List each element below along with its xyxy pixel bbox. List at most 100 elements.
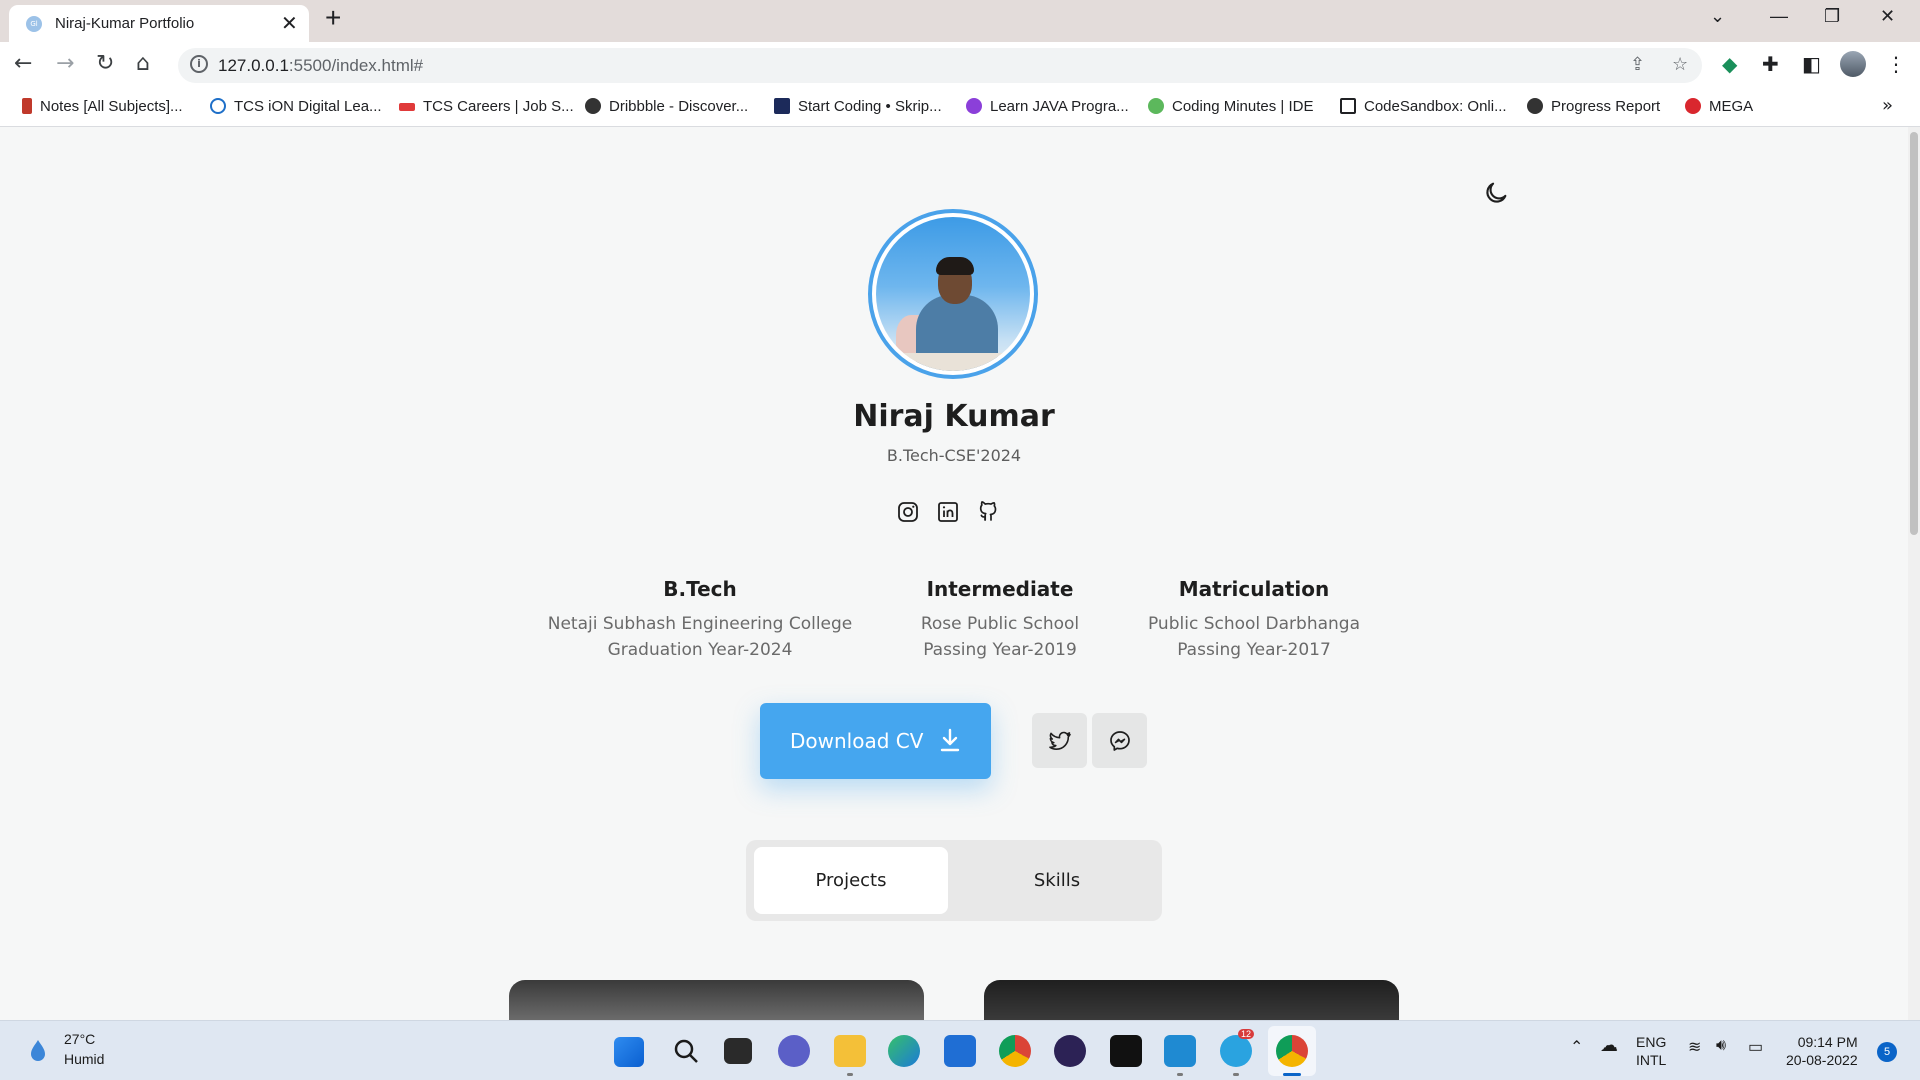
bookmark-item[interactable]: Progress Report bbox=[1527, 98, 1660, 115]
microsoft-store-icon[interactable] bbox=[944, 1035, 976, 1067]
telegram-icon[interactable] bbox=[1220, 1035, 1252, 1067]
education-title: Matriculation bbox=[1178, 577, 1330, 601]
forward-icon[interactable]: → bbox=[56, 51, 74, 76]
task-view-icon[interactable] bbox=[724, 1038, 752, 1064]
tcs-icon bbox=[399, 103, 415, 111]
bookmark-item[interactable]: TCS iON Digital Lea... bbox=[210, 98, 382, 115]
page-scrollbar[interactable] bbox=[1908, 127, 1920, 1020]
profile-degree: B.Tech-CSE'2024 bbox=[886, 446, 1022, 465]
onedrive-cloud-icon[interactable]: ☁ bbox=[1600, 1035, 1618, 1056]
bookmark-item[interactable]: TCS Careers | Job S... bbox=[399, 98, 574, 115]
messenger-button[interactable] bbox=[1092, 713, 1147, 768]
bookmark-item[interactable]: Notes [All Subjects]... bbox=[22, 98, 183, 115]
tab-title: Niraj-Kumar Portfolio bbox=[55, 15, 195, 32]
browser-tab-strip: Gl Niraj-Kumar Portfolio ✕ + ⌄ — ❐ ✕ bbox=[0, 0, 1920, 42]
education-school: Public School Darbhanga bbox=[1147, 614, 1361, 634]
education-title: Intermediate bbox=[926, 577, 1074, 601]
window-close-icon[interactable]: ✕ bbox=[1880, 6, 1895, 27]
education-matriculation: Matriculation Public School Darbhanga Pa… bbox=[1122, 577, 1386, 663]
humidity-icon[interactable] bbox=[26, 1038, 50, 1064]
chrome-active-icon[interactable] bbox=[1276, 1035, 1308, 1067]
back-icon[interactable]: ← bbox=[14, 51, 32, 76]
side-panel-icon[interactable]: ◧ bbox=[1802, 52, 1821, 76]
twitter-button[interactable] bbox=[1032, 713, 1087, 768]
vscode-icon[interactable] bbox=[1164, 1035, 1196, 1067]
restore-icon[interactable]: ❐ bbox=[1824, 6, 1840, 27]
intellij-icon[interactable] bbox=[1110, 1035, 1142, 1067]
home-icon[interactable]: ⌂ bbox=[136, 51, 150, 76]
education-btech: B.Tech Netaji Subhash Engineering Colleg… bbox=[522, 577, 878, 663]
show-hidden-icons-icon[interactable]: ⌃ bbox=[1570, 1037, 1583, 1057]
globe-icon bbox=[585, 98, 601, 114]
messenger-icon bbox=[1110, 731, 1130, 751]
check-icon bbox=[1148, 98, 1164, 114]
chrome-menu-icon[interactable]: ⋮ bbox=[1886, 52, 1906, 76]
tab-search-chevron-icon[interactable]: ⌄ bbox=[1710, 6, 1725, 27]
volume-icon[interactable]: 🔊︎ bbox=[1716, 1037, 1726, 1055]
extension-shield-icon[interactable]: ◆ bbox=[1722, 52, 1737, 76]
more-bookmarks-icon[interactable]: » bbox=[1882, 95, 1893, 116]
notification-badge[interactable]: 5 bbox=[1877, 1042, 1897, 1062]
projects-skills-tabs: Projects Skills bbox=[746, 840, 1162, 921]
codesandbox-icon bbox=[1340, 98, 1356, 114]
power-icon bbox=[210, 98, 226, 114]
tab-favicon-icon: Gl bbox=[26, 16, 42, 32]
bookmark-item[interactable]: MEGA bbox=[1685, 98, 1753, 115]
extensions-puzzle-icon[interactable]: ✚ bbox=[1762, 52, 1779, 76]
bookmark-item[interactable]: CodeSandbox: Onli... bbox=[1340, 98, 1507, 115]
github-icon[interactable] bbox=[976, 500, 1000, 524]
scrollbar-thumb[interactable] bbox=[1910, 132, 1918, 535]
download-icon bbox=[940, 728, 960, 752]
download-cv-button[interactable]: Download CV bbox=[760, 703, 991, 779]
tab-skills[interactable]: Skills bbox=[960, 847, 1154, 914]
tab-projects[interactable]: Projects bbox=[754, 847, 948, 914]
clock[interactable]: 09:14 PM 20-08-2022 bbox=[1786, 1033, 1858, 1069]
share-icon[interactable]: ⇪ bbox=[1630, 54, 1645, 75]
chrome-icon[interactable] bbox=[999, 1035, 1031, 1067]
profile-name: Niraj Kumar bbox=[853, 399, 1055, 434]
file-explorer-icon[interactable] bbox=[834, 1035, 866, 1067]
education-intermediate: Intermediate Rose Public School Passing … bbox=[880, 577, 1120, 663]
reload-icon[interactable]: ↻ bbox=[96, 51, 114, 76]
start-icon[interactable] bbox=[614, 1037, 644, 1067]
bookmark-star-icon[interactable]: ☆ bbox=[1672, 54, 1688, 75]
notes-icon bbox=[22, 98, 32, 114]
education-year: Graduation Year-2024 bbox=[607, 640, 793, 660]
bookmark-item[interactable]: Dribbble - Discover... bbox=[585, 98, 748, 115]
profile-avatar[interactable] bbox=[1840, 51, 1866, 77]
address-toolbar: ← → ↻ ⌂ i 127.0.0.1:5500/index.html# ⇪ ☆… bbox=[0, 42, 1920, 89]
bookmark-item[interactable]: Start Coding • Skrip... bbox=[774, 98, 942, 115]
tab-close-icon[interactable]: ✕ bbox=[281, 11, 298, 36]
edge-icon[interactable] bbox=[888, 1035, 920, 1067]
telegram-badge: 12 bbox=[1238, 1029, 1255, 1039]
browser-tab[interactable]: Gl Niraj-Kumar Portfolio ✕ bbox=[9, 5, 309, 42]
project-card[interactable] bbox=[984, 980, 1399, 1020]
instagram-icon[interactable] bbox=[896, 500, 920, 524]
battery-icon[interactable]: ▭ bbox=[1748, 1037, 1763, 1057]
education-school: Rose Public School bbox=[920, 614, 1080, 634]
bookmark-item[interactable]: Coding Minutes | IDE bbox=[1148, 98, 1313, 115]
input-language[interactable]: ENG INTL bbox=[1636, 1033, 1666, 1069]
wifi-icon[interactable]: ≋ bbox=[1688, 1037, 1701, 1057]
portfolio-page: Niraj Kumar B.Tech-CSE'2024 B.Tech Netaj… bbox=[0, 127, 1908, 1020]
project-card[interactable] bbox=[509, 980, 924, 1020]
site-info-icon[interactable]: i bbox=[190, 55, 208, 73]
moon-icon[interactable] bbox=[1482, 179, 1510, 207]
mega-icon bbox=[1685, 98, 1701, 114]
running-indicator bbox=[1177, 1073, 1183, 1076]
weather-temperature[interactable]: 27°C bbox=[64, 1031, 95, 1047]
address-bar[interactable]: i 127.0.0.1:5500/index.html# ⇪ ☆ bbox=[178, 48, 1702, 83]
url-text[interactable]: 127.0.0.1:5500/index.html# bbox=[218, 56, 423, 76]
bookmark-item[interactable]: Learn JAVA Progra... bbox=[966, 98, 1129, 115]
education-school: Netaji Subhash Engineering College bbox=[547, 614, 853, 634]
teams-chat-icon[interactable] bbox=[778, 1035, 810, 1067]
education-title: B.Tech bbox=[663, 577, 737, 601]
search-icon[interactable] bbox=[670, 1035, 702, 1067]
eclipse-icon[interactable] bbox=[1054, 1035, 1086, 1067]
new-tab-icon[interactable]: + bbox=[325, 2, 341, 34]
windows-taskbar: 27°C Humid 12 ⌃ ☁ ENG INTL ≋ 🔊︎ ▭ 09:14 P… bbox=[0, 1020, 1920, 1080]
minimize-icon[interactable]: — bbox=[1770, 6, 1788, 27]
weather-description[interactable]: Humid bbox=[64, 1051, 104, 1067]
download-cv-label: Download CV bbox=[790, 729, 924, 753]
linkedin-icon[interactable] bbox=[936, 500, 960, 524]
